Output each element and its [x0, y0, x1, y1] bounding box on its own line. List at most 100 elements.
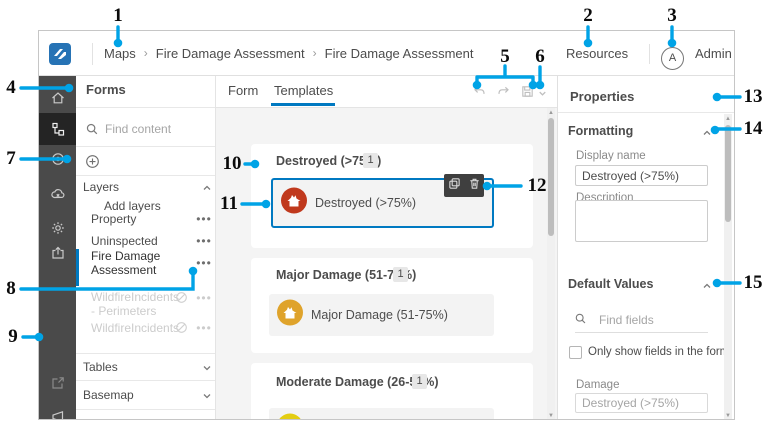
layer-item-wildfire-perimeters[interactable]: WildfireIncidents - Perimeters [91, 290, 179, 318]
template-group-moderate: Moderate Damage (26-50%) 1 Moderate Dama… [251, 363, 533, 419]
undo-icon[interactable] [472, 84, 487, 104]
tab-form[interactable]: Form [228, 76, 258, 106]
damage-field-value[interactable] [575, 393, 708, 413]
duplicate-icon[interactable] [448, 177, 461, 195]
avatar[interactable]: A [661, 46, 684, 70]
chevron-up-icon[interactable] [702, 278, 712, 296]
callout-1: 1 [113, 5, 123, 26]
search-icon [574, 312, 587, 330]
formatting-section-header[interactable]: Formatting [568, 124, 633, 138]
template-card-major[interactable]: Major Damage (51-75%) [269, 294, 494, 336]
layer-item-property[interactable]: Property [91, 212, 177, 226]
template-card-label: Destroyed (>75%) [315, 196, 417, 210]
scrollbar-thumb[interactable] [725, 125, 731, 222]
forms-icon[interactable] [39, 113, 76, 145]
callout-13: 13 [743, 86, 763, 107]
sharing-icon[interactable] [39, 237, 76, 269]
forms-panel-title: Forms [86, 82, 126, 97]
template-count-badge: 1 [412, 374, 427, 389]
scroll-up-icon[interactable]: ▲ [724, 115, 732, 123]
template-card-moderate[interactable]: Moderate Damage (26-50%) [269, 408, 494, 419]
scroll-down-icon[interactable]: ▼ [724, 412, 732, 419]
callout-15: 15 [743, 272, 763, 293]
chevron-down-icon[interactable] [202, 360, 212, 378]
templates-scrollbar[interactable]: ▲ ▼ [547, 108, 555, 419]
not-allowed-icon [175, 291, 188, 309]
chevron-right-icon: › [143, 45, 148, 60]
display-name-input[interactable] [575, 165, 708, 186]
callout-3: 3 [667, 5, 677, 26]
layer-menu-ellipsis-icon[interactable]: ••• [196, 321, 212, 335]
layer-menu-ellipsis-icon[interactable]: ••• [196, 212, 212, 226]
breadcrumb-map-name[interactable]: Fire Damage Assessment [156, 46, 305, 61]
template-card-label: Major Damage (51-75%) [311, 308, 448, 322]
template-count-badge: 1 [363, 153, 378, 168]
template-count-badge: 1 [393, 267, 408, 282]
destroyed-symbol-icon [281, 187, 307, 219]
layer-item-uninspected[interactable]: Uninspected [91, 234, 177, 248]
tables-section-header[interactable]: Tables [83, 360, 118, 374]
app-logo-icon[interactable] [49, 43, 71, 65]
delete-trash-icon[interactable] [468, 177, 481, 195]
layer-menu-ellipsis-icon[interactable]: ••• [196, 234, 212, 248]
callout-6: 6 [535, 46, 545, 67]
callout-12: 12 [527, 175, 547, 196]
callout-2: 2 [583, 5, 593, 26]
scrollbar-thumb[interactable] [548, 118, 554, 236]
icon-sidebar [39, 76, 76, 419]
callout-9: 9 [8, 326, 18, 347]
offline-cloud-icon[interactable] [39, 178, 76, 210]
properties-scrollbar[interactable]: ▲ ▼ [724, 114, 732, 419]
description-textarea[interactable] [575, 200, 708, 242]
callout-4: 4 [6, 77, 16, 98]
layer-menu-ellipsis-icon[interactable]: ••• [196, 256, 212, 270]
forms-panel: Forms Add layers Layers Property ••• Uni… [76, 76, 216, 419]
moderate-damage-symbol-icon [277, 413, 303, 419]
save-icon[interactable] [520, 84, 535, 104]
templates-scroll-area: Destroyed (>75%) 1 Destroyed (>75%) Majo… [216, 108, 557, 419]
add-circle-icon [85, 154, 100, 174]
header-divider [649, 44, 650, 64]
announcements-icon[interactable] [39, 401, 76, 419]
only-show-fields-label: Only show fields in the form [588, 346, 730, 358]
geofences-icon[interactable] [39, 143, 76, 175]
template-actions-toolbar [444, 174, 484, 197]
resources-link[interactable]: Resources [566, 31, 628, 76]
callout-10: 10 [222, 153, 242, 174]
chevron-up-icon[interactable] [202, 180, 212, 198]
active-tab-underline [271, 103, 335, 106]
layer-item-wildfire-incidents[interactable]: WildfireIncidents [91, 321, 179, 335]
template-group-destroyed: Destroyed (>75%) 1 Destroyed (>75%) [251, 144, 533, 248]
chevron-down-icon[interactable] [202, 388, 212, 406]
breadcrumb-maps[interactable]: Maps [104, 46, 136, 61]
layers-section-header[interactable]: Layers [83, 180, 119, 194]
layer-item-fire-damage-assessment[interactable]: Fire Damage Assessment [91, 249, 177, 277]
app-header: Maps › Fire Damage Assessment › Fire Dam… [39, 31, 734, 76]
breadcrumb: Maps › Fire Damage Assessment › Fire Dam… [104, 31, 473, 76]
scroll-up-icon[interactable]: ▲ [547, 109, 555, 117]
only-show-fields-checkbox[interactable] [569, 346, 582, 359]
find-content-input[interactable] [103, 121, 207, 137]
tab-bar: Form Templates [216, 76, 557, 108]
major-damage-symbol-icon [277, 299, 303, 331]
chevron-up-icon[interactable] [702, 125, 712, 143]
open-in-new-icon[interactable] [39, 367, 76, 399]
chevron-right-icon: › [312, 45, 317, 60]
basemap-section-header[interactable]: Basemap [83, 388, 134, 402]
scroll-down-icon[interactable]: ▼ [547, 412, 555, 419]
callout-8: 8 [6, 278, 16, 299]
find-fields-input[interactable] [597, 312, 701, 328]
properties-panel: Properties Formatting Display name Descr… [557, 76, 734, 419]
layer-menu-ellipsis-icon[interactable]: ••• [196, 291, 212, 305]
default-values-section-header[interactable]: Default Values [568, 277, 653, 291]
redo-icon[interactable] [496, 84, 511, 104]
add-layers-button[interactable]: Add layers [104, 199, 161, 213]
tab-templates[interactable]: Templates [274, 76, 333, 106]
user-menu[interactable]: Admin [695, 31, 732, 76]
damage-field-label: Damage [576, 379, 620, 391]
search-icon [85, 122, 99, 141]
home-icon[interactable] [39, 82, 76, 114]
breadcrumb-form-name: Fire Damage Assessment [324, 46, 474, 61]
template-group-major: Major Damage (51-75%) 1 Major Damage (51… [251, 258, 533, 353]
save-menu-chevron-icon[interactable] [537, 86, 548, 104]
